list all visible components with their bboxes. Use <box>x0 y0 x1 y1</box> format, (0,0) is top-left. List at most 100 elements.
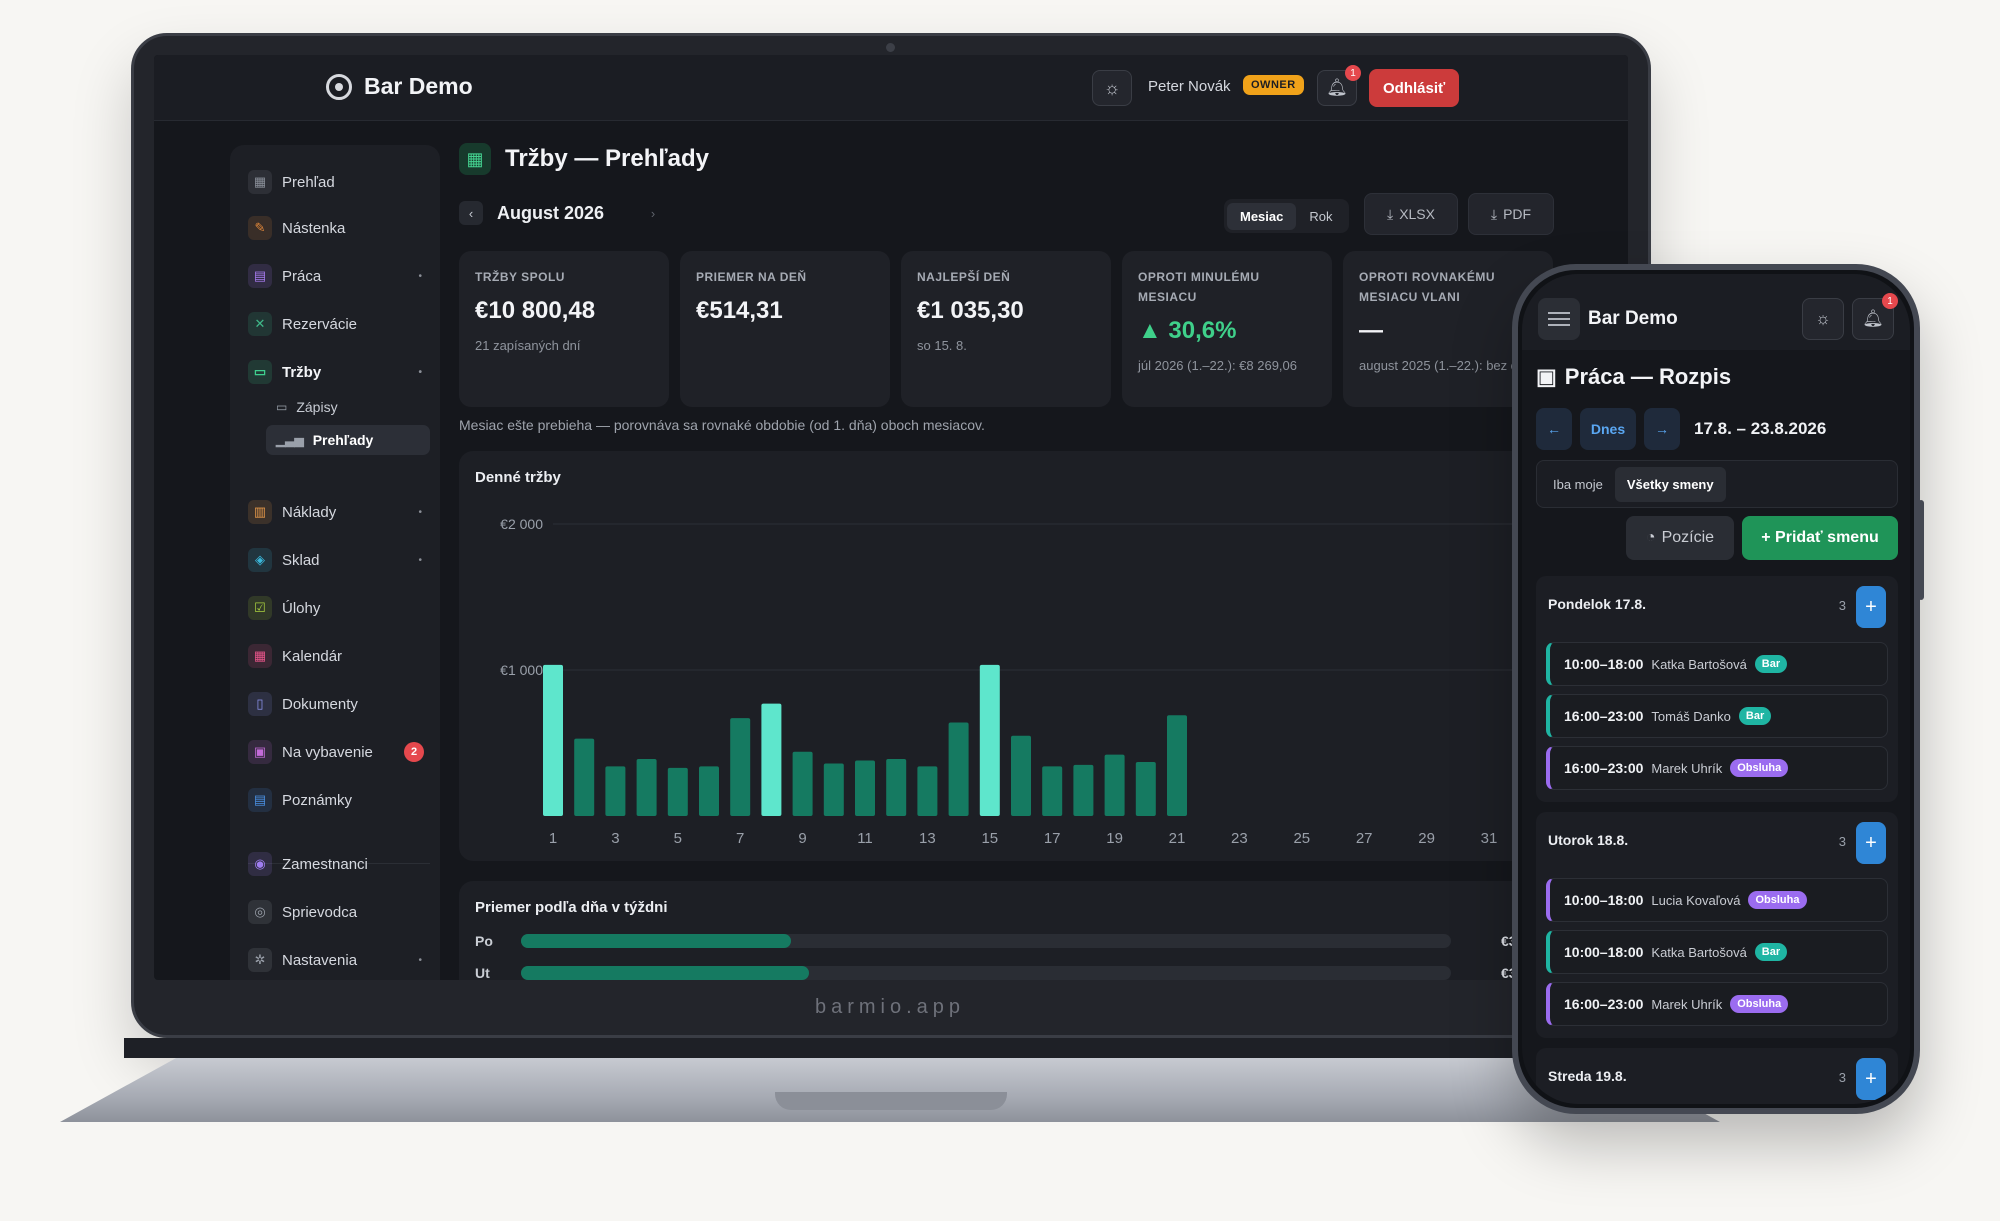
phone-screen: Bar Demo ☼ 🔔︎ 1 ▣ Práca — Rozpis ← Dnes … <box>1522 274 1910 1104</box>
shift-role-badge: Bar <box>1738 707 1772 725</box>
next-month-button[interactable]: › <box>641 201 665 225</box>
sidebar-item-label: Úlohy <box>282 599 321 617</box>
sidebar-item-9[interactable]: ▯ Dokumenty <box>248 687 430 721</box>
week-range: 17.8. – 23.8.2026 <box>1694 419 1827 438</box>
add-day-shift-button[interactable]: + <box>1856 822 1886 864</box>
compass-icon: ◎ <box>248 900 272 924</box>
sidebar-item-badge: 2 <box>404 742 424 762</box>
brand-logo[interactable]: Bar Demo <box>326 73 473 100</box>
notification-count: 1 <box>1345 65 1361 81</box>
sidebar-item-13[interactable]: ◎ Sprievodca <box>248 895 430 929</box>
sidebar-item-3[interactable]: ✕ Rezervácie <box>248 307 430 341</box>
today-button[interactable]: Dnes <box>1580 408 1636 450</box>
weekday-average-card: Priemer podľa dňa v týždni Po €3 Ut €3 <box>459 881 1628 980</box>
weekday-label: Ut <box>475 965 490 980</box>
chevron-down-icon: • <box>418 554 422 566</box>
sidebar-item-12[interactable]: ◉ Zamestnanci <box>248 847 430 881</box>
add-shift-button[interactable]: + Pridať smenu <box>1742 516 1898 560</box>
x-tick-label: 31 <box>1481 830 1498 847</box>
sidebar-subitem-1[interactable]: ▁▃▅ Prehľady <box>266 425 430 455</box>
shift-item[interactable]: 10:00–18:00 Lucia Kovaľová Obsluha <box>1546 878 1888 922</box>
stat-value: €514,31 <box>696 297 783 324</box>
sidebar-item-8[interactable]: ▦ Kalendár <box>248 639 430 673</box>
period-month-option[interactable]: Mesiac <box>1227 202 1297 230</box>
shift-item[interactable]: 16:00–23:00 Marek Uhrík Obsluha <box>1546 746 1888 790</box>
shift-time: 16:00–23:00 <box>1564 708 1644 724</box>
shift-time: 16:00–23:00 <box>1564 996 1644 1012</box>
add-day-shift-button[interactable]: + <box>1856 586 1886 628</box>
logout-button[interactable]: Odhlásiť <box>1369 69 1460 107</box>
weekday-row: Ut €3 <box>475 963 1628 980</box>
sun-logo-icon <box>326 73 352 100</box>
shift-time: 10:00–18:00 <box>1564 944 1644 960</box>
week-navigator: ← Dnes → 17.8. – 23.8.2026 <box>1536 408 1826 450</box>
calendar-icon: ▣ <box>1536 364 1557 389</box>
bug-report-button[interactable]: ☼ <box>1092 70 1132 106</box>
sidebar-item-5[interactable]: ▥ Náklady • <box>248 495 430 529</box>
bug-icon: ☼ <box>1815 309 1831 328</box>
tab-all-shifts[interactable]: Všetky smeny <box>1614 466 1726 502</box>
x-tick-label: 29 <box>1418 830 1435 847</box>
sidebar-subitem-label: Prehľady <box>312 432 374 448</box>
calendar-icon: ▦ <box>248 644 272 668</box>
shift-item[interactable]: 16:00–23:00 Tomáš Danko Bar <box>1546 694 1888 738</box>
notifications-button[interactable]: 🔔︎ 1 <box>1317 65 1361 106</box>
sidebar-item-7[interactable]: ☑ Úlohy <box>248 591 430 625</box>
hamburger-menu-button[interactable] <box>1538 298 1580 340</box>
daily-revenue-title: Denné tržby <box>475 469 561 486</box>
x-tick-label: 11 <box>857 830 873 847</box>
sidebar-item-10[interactable]: ▣ Na vybavenie 2 <box>248 735 430 769</box>
bar-day-18 <box>1073 764 1094 816</box>
phone-top-bar: Bar Demo ☼ 🔔︎ 1 <box>1522 274 1910 350</box>
phone-bug-button[interactable]: ☼ <box>1802 298 1844 340</box>
shift-employee: Katka Bartošová <box>1651 656 1747 672</box>
sidebar-item-0[interactable]: ▦ Prehľad <box>248 165 430 199</box>
sidebar-item-11[interactable]: ▤ Poznámky <box>248 783 430 817</box>
day-shift-count: 3 <box>1838 598 1846 613</box>
bar-day-14 <box>948 722 969 816</box>
shift-item[interactable]: 16:00–23:00 Marek Uhrík Obsluha <box>1546 982 1888 1026</box>
bar-day-19 <box>1104 754 1125 816</box>
export-xlsx-label: XLSX <box>1399 206 1435 222</box>
daily-revenue-card: €2 000 €1 000 1 3 5 7 9 11 13 15 17 19 21 23 25 27 29 31 … <box>459 451 1628 861</box>
weekday-row: Po €3 <box>475 931 1628 951</box>
cash-icon: ▭ <box>248 360 272 384</box>
next-week-button[interactable]: → <box>1644 408 1680 450</box>
sidebar-item-2[interactable]: ▤ Práca • <box>248 259 430 293</box>
chevron-down-icon: • <box>418 954 422 966</box>
phone-notifications-button[interactable]: 🔔︎ 1 <box>1852 293 1898 340</box>
stat-subtext: august 2025 (1.–22.): bez dát <box>1359 358 1529 373</box>
weekday-bar-fill <box>521 966 810 980</box>
sidebar-subitem-0[interactable]: ▭ Zápisy <box>266 392 430 422</box>
download-icon: ⤓ <box>1490 205 1498 222</box>
day-card: Utorok 18.8. 3 +10:00–18:00 Lucia Kovaľová O… <box>1536 812 1898 1038</box>
prev-week-button[interactable]: ← <box>1536 408 1572 450</box>
tab-only-mine[interactable]: Iba moje <box>1541 467 1615 502</box>
shift-item[interactable]: 10:00–18:00 Katka Bartošová Bar <box>1546 930 1888 974</box>
sidebar-item-6[interactable]: ◈ Sklad • <box>248 543 430 577</box>
bar-day-5 <box>667 767 688 816</box>
positions-button[interactable]: ◔ Pozície <box>1626 516 1734 560</box>
cutlery-icon: ✕ <box>248 312 272 336</box>
shift-item[interactable]: 10:00–18:00 Katka Bartošová Bar <box>1546 642 1888 686</box>
sidebar-item-4[interactable]: ▭ Tržby • <box>248 355 430 389</box>
sidebar-item-14[interactable]: ✲ Nastavenia • <box>248 943 430 977</box>
brand-name: Bar Demo <box>364 73 473 99</box>
weekday-average-title: Priemer podľa dňa v týždni <box>475 899 668 916</box>
x-tick-label: 9 <box>798 830 806 847</box>
export-pdf-button[interactable]: ⤓ PDF <box>1468 193 1554 235</box>
add-day-shift-button[interactable]: + <box>1856 1058 1886 1100</box>
sidebar-item-1[interactable]: ✎ Nástenka <box>248 211 430 245</box>
weekday-bar-fill <box>521 934 791 948</box>
prev-month-button[interactable]: ‹ <box>459 201 483 225</box>
x-tick-label: 23 <box>1231 830 1248 847</box>
laptop-camera <box>886 43 895 52</box>
x-tick-label: 25 <box>1293 830 1310 847</box>
export-xlsx-button[interactable]: ⤓ XLSX <box>1364 193 1458 235</box>
weekday-label: Po <box>475 933 493 949</box>
bar-day-1 <box>543 664 563 816</box>
inbox-icon: ▣ <box>248 740 272 764</box>
bar-day-2 <box>574 738 595 816</box>
period-year-option[interactable]: Rok <box>1296 203 1345 230</box>
page-header: ▦ Tržby — Prehľady <box>459 143 709 175</box>
